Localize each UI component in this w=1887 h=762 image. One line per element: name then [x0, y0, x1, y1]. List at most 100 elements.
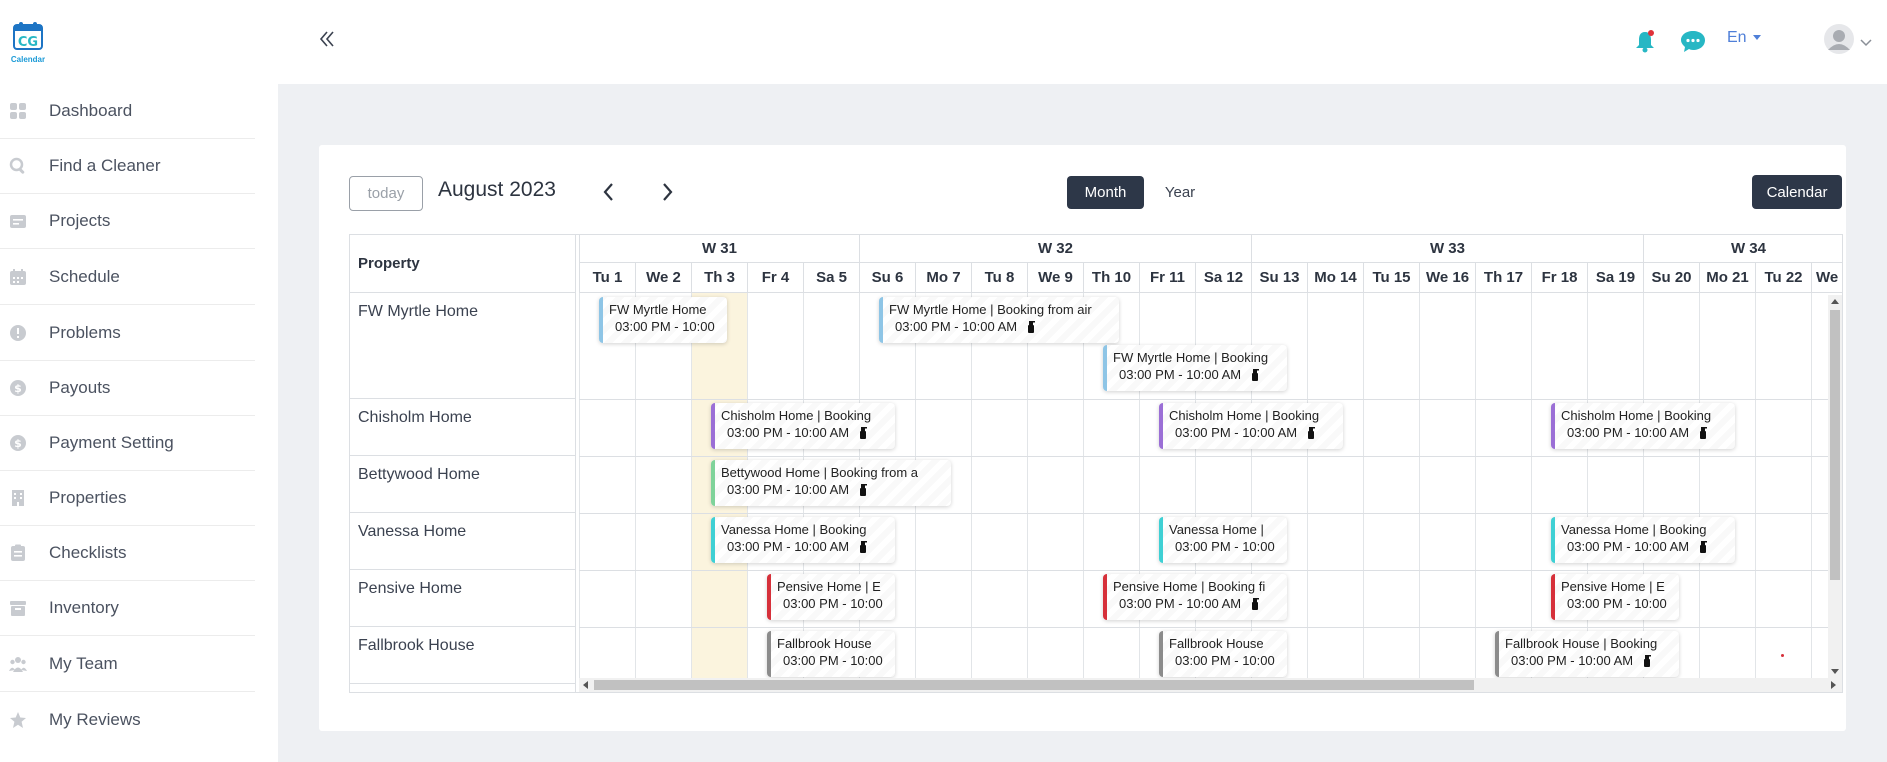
- day-header: Tu 22: [1755, 263, 1811, 293]
- horizontal-scroll-thumb[interactable]: [594, 680, 1474, 690]
- calendar-button[interactable]: Calendar: [1752, 175, 1842, 209]
- dashboard-icon: [8, 101, 28, 121]
- event-time: 03:00 PM - 10:00 AM: [1113, 367, 1283, 382]
- sidebar-item-checklists[interactable]: Checklists: [0, 526, 255, 581]
- day-column[interactable]: [1475, 293, 1531, 679]
- sidebar-item-label: Problems: [49, 323, 121, 342]
- spray-bottle-icon: [860, 484, 868, 496]
- logo-text: Calendar: [10, 55, 46, 64]
- booking-event[interactable]: Vanessa Home | Booking 03:00 PM - 10:00 …: [711, 517, 895, 563]
- team-icon: [8, 654, 28, 674]
- day-header: Mo 7: [915, 263, 971, 293]
- user-avatar-icon[interactable]: [1824, 24, 1854, 54]
- sidebar-item-label: Payouts: [49, 378, 111, 397]
- previous-period-icon[interactable]: [599, 179, 619, 205]
- day-column[interactable]: [579, 293, 635, 679]
- day-column[interactable]: [1699, 293, 1755, 679]
- sidebar-item-schedule[interactable]: Schedule: [0, 250, 255, 305]
- day-column[interactable]: [1027, 293, 1083, 679]
- dollar-icon: $: [8, 378, 28, 398]
- sidebar-item-dashboard[interactable]: Dashboard: [0, 84, 255, 139]
- language-selector[interactable]: En: [1727, 29, 1761, 47]
- week-header: W 34: [1643, 235, 1842, 263]
- scroll-right-arrow-icon[interactable]: [1831, 681, 1836, 689]
- sidebar-item-label: Payment Setting: [49, 433, 174, 452]
- booking-event[interactable]: FW Myrtle Home 03:00 PM - 10:00: [599, 297, 727, 343]
- booking-event[interactable]: Bettywood Home | Booking from a 03:00 PM…: [711, 460, 951, 506]
- event-title: Vanessa Home | Booking: [721, 522, 867, 537]
- scroll-down-arrow-icon[interactable]: [1831, 669, 1839, 674]
- booking-event[interactable]: Vanessa Home | 03:00 PM - 10:00: [1159, 517, 1287, 563]
- sidebar-item-find-cleaner[interactable]: Find a Cleaner: [0, 139, 255, 194]
- booking-event[interactable]: Fallbrook House | Booking 03:00 PM - 10:…: [1495, 631, 1679, 677]
- sidebar-item-properties[interactable]: Properties: [0, 471, 255, 526]
- timeline-grid: Property FW Myrtle Home Chisholm Home Be…: [349, 234, 1843, 693]
- collapse-sidebar-icon[interactable]: [316, 27, 340, 51]
- event-color-bar: [711, 403, 715, 449]
- booking-event[interactable]: Pensive Home | E 03:00 PM - 10:00: [767, 574, 895, 620]
- day-header: Th 17: [1475, 263, 1531, 293]
- sidebar-item-projects[interactable]: Projects: [0, 194, 255, 249]
- sidebar-item-label: Find a Cleaner: [49, 156, 161, 175]
- day-header: Fr 18: [1531, 263, 1587, 293]
- sidebar-item-problems[interactable]: Problems: [0, 306, 255, 361]
- horizontal-scrollbar[interactable]: [579, 678, 1842, 692]
- booking-event[interactable]: Chisholm Home | Booking 03:00 PM - 10:00…: [1551, 403, 1735, 449]
- vertical-scrollbar[interactable]: [1828, 295, 1842, 679]
- now-indicator-dot: [1781, 654, 1784, 657]
- booking-event[interactable]: Fallbrook House 03:00 PM - 10:00: [767, 631, 895, 677]
- booking-event[interactable]: Vanessa Home | Booking 03:00 PM - 10:00 …: [1551, 517, 1735, 563]
- day-header: Su 13: [1251, 263, 1307, 293]
- svg-text:$: $: [14, 437, 22, 450]
- building-icon: [8, 488, 28, 508]
- property-row-label: Fallbrook House: [350, 627, 576, 684]
- sidebar-item-payment-setting[interactable]: $ Payment Setting: [0, 416, 255, 471]
- booking-event[interactable]: Fallbrook House 03:00 PM - 10:00: [1159, 631, 1287, 677]
- booking-event[interactable]: Chisholm Home | Booking 03:00 PM - 10:00…: [711, 403, 895, 449]
- sidebar-item-payouts[interactable]: $ Payouts: [0, 361, 255, 416]
- year-view-button[interactable]: Year: [1156, 176, 1204, 209]
- event-time: 03:00 PM - 10:00: [1175, 653, 1275, 668]
- app-logo[interactable]: CG Calendar: [8, 20, 48, 64]
- top-bar: En: [278, 0, 1887, 84]
- sidebar-item-inventory[interactable]: Inventory: [0, 581, 255, 636]
- day-column[interactable]: [1643, 293, 1699, 679]
- event-time-text: 03:00 PM - 10:00 AM: [727, 425, 850, 440]
- day-column[interactable]: [1363, 293, 1419, 679]
- day-column[interactable]: [1755, 293, 1811, 679]
- event-time: 03:00 PM - 10:00 AM: [1561, 539, 1731, 554]
- booking-event[interactable]: FW Myrtle Home | Booking from air 03:00 …: [879, 297, 1119, 343]
- booking-event[interactable]: FW Myrtle Home | Booking 03:00 PM - 10:0…: [1103, 345, 1287, 391]
- month-view-button[interactable]: Month: [1067, 176, 1144, 209]
- next-period-icon[interactable]: [657, 179, 677, 205]
- vertical-scroll-thumb[interactable]: [1830, 310, 1840, 580]
- spray-bottle-icon: [1700, 541, 1708, 553]
- event-title: Chisholm Home | Booking: [721, 408, 872, 423]
- booking-event[interactable]: Pensive Home | E 03:00 PM - 10:00: [1551, 574, 1679, 620]
- notification-bell-icon[interactable]: [1632, 28, 1658, 54]
- booking-event[interactable]: Chisholm Home | Booking 03:00 PM - 10:00…: [1159, 403, 1343, 449]
- sidebar-item-my-team[interactable]: My Team: [0, 637, 255, 692]
- day-column[interactable]: [1587, 293, 1643, 679]
- day-column[interactable]: [1531, 293, 1587, 679]
- spray-bottle-icon: [1644, 655, 1652, 667]
- day-header: Sa 19: [1587, 263, 1643, 293]
- day-column[interactable]: [1419, 293, 1475, 679]
- day-column[interactable]: [971, 293, 1027, 679]
- today-button[interactable]: today: [349, 176, 423, 211]
- spray-bottle-icon: [1308, 427, 1316, 439]
- chevron-down-icon[interactable]: [1860, 34, 1872, 47]
- day-column[interactable]: [1307, 293, 1363, 679]
- chat-icon[interactable]: [1679, 28, 1707, 54]
- event-title: Chisholm Home | Booking: [1169, 408, 1320, 423]
- day-column[interactable]: [635, 293, 691, 679]
- sidebar-item-label: Projects: [49, 211, 111, 230]
- chevron-down-icon: [1752, 35, 1761, 41]
- period-title: August 2023: [438, 178, 556, 201]
- booking-event[interactable]: Pensive Home | Booking fi 03:00 PM - 10:…: [1103, 574, 1287, 620]
- scroll-up-arrow-icon[interactable]: [1831, 299, 1839, 304]
- event-time: 03:00 PM - 10:00 AM: [721, 539, 891, 554]
- event-time-text: 03:00 PM - 10:00 AM: [1567, 539, 1690, 554]
- sidebar-item-my-reviews[interactable]: My Reviews: [0, 692, 255, 747]
- scroll-left-arrow-icon[interactable]: [583, 681, 588, 689]
